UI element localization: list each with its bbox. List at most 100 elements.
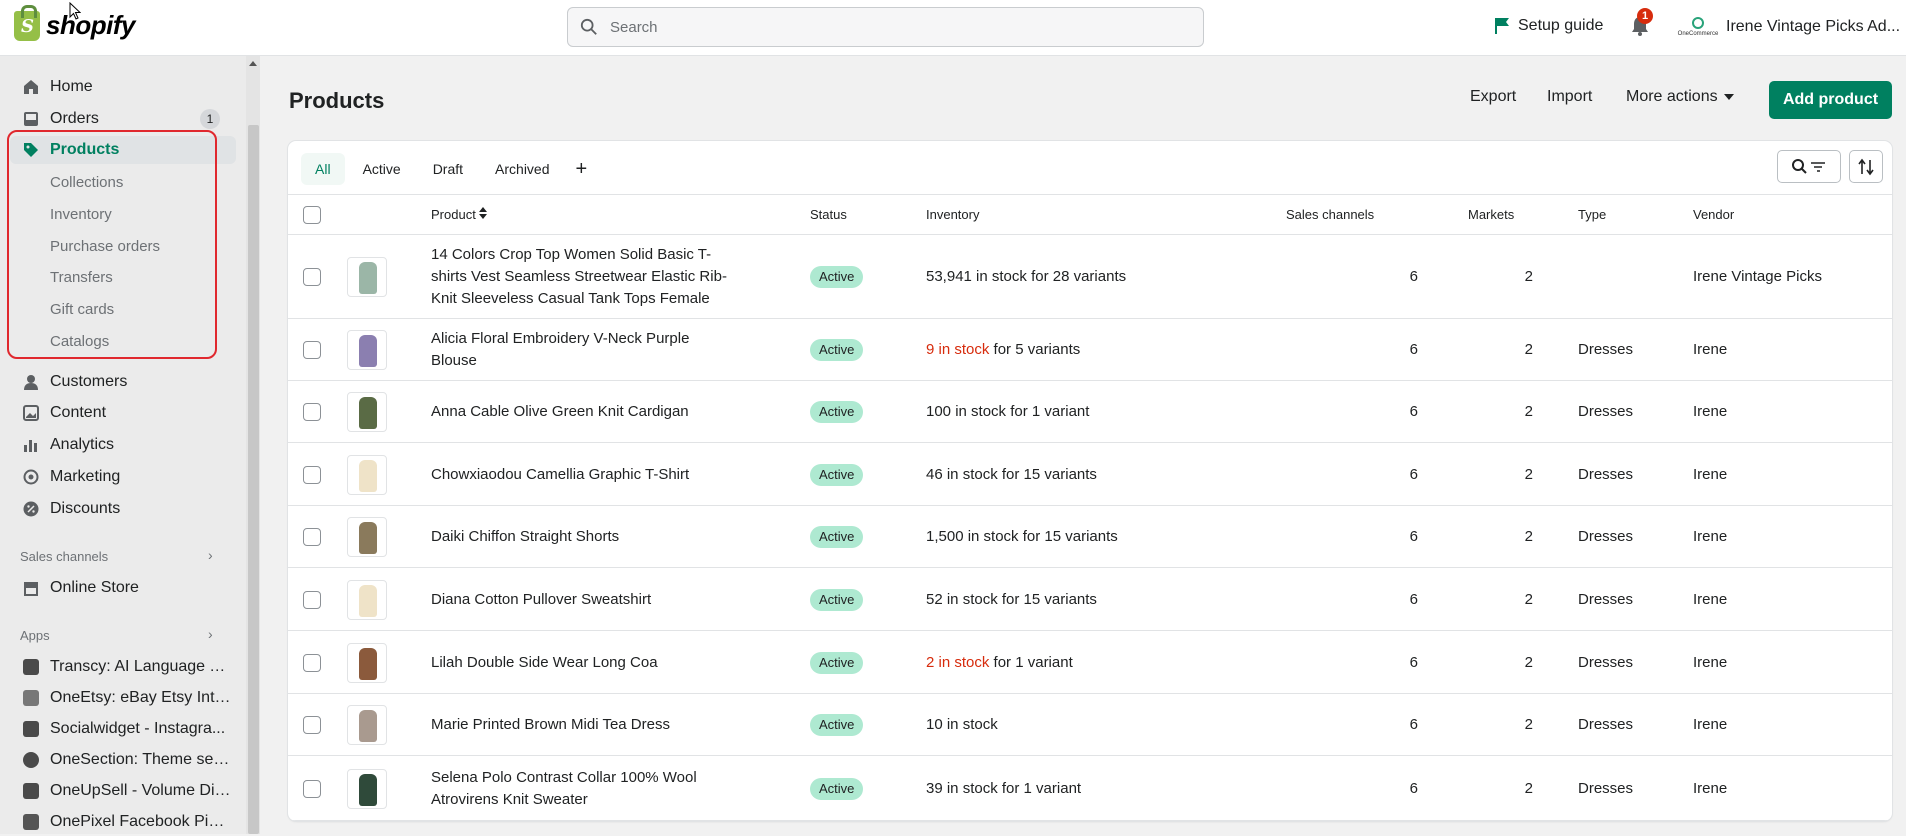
sidebar-item-label: Marketing [50, 468, 121, 485]
sidebar-item-online-store[interactable]: Online Store [0, 574, 236, 602]
row-checkbox[interactable] [303, 465, 321, 484]
search-input[interactable] [608, 17, 1172, 37]
setup-guide-button[interactable]: Setup guide [1494, 17, 1603, 35]
product-name[interactable]: Selena Polo Contrast Collar 100% Wool At… [431, 767, 736, 811]
product-name[interactable]: Chowxiaodou Camellia Graphic T-Shirt [431, 464, 736, 486]
column-header-type: Type [1578, 207, 1607, 222]
store-menu[interactable]: OneCommerce Irene Vintage Picks Ad... [1678, 13, 1900, 41]
product-name[interactable]: Anna Cable Olive Green Knit Cardigan [431, 401, 736, 423]
tab-archived[interactable]: Archived [481, 153, 563, 185]
product-name[interactable]: Daiki Chiffon Straight Shorts [431, 526, 736, 548]
product-image [359, 584, 377, 617]
table-row[interactable]: Marie Printed Brown Midi Tea Dress Activ… [288, 694, 1892, 756]
scroll-up-arrow-icon[interactable] [249, 61, 257, 66]
sidebar-app-onepixel[interactable]: OnePixel Facebook Pixe... [0, 808, 236, 836]
sidebar-app-oneetsy[interactable]: OneEtsy: eBay Etsy Inte... [0, 684, 236, 712]
row-checkbox[interactable] [303, 590, 321, 609]
sidebar-item-label: Online Store [50, 579, 139, 596]
export-button[interactable]: Export [1470, 88, 1516, 106]
sales-channels-count: 6 [1409, 528, 1418, 545]
row-checkbox[interactable] [303, 268, 321, 286]
sidebar-item-products[interactable]: Products [10, 136, 236, 164]
product-thumbnail[interactable] [347, 642, 387, 683]
sidebar-app-oneupsell[interactable]: OneUpSell - Volume Dis... [0, 777, 236, 805]
sidebar-item-label: OneUpSell - Volume Dis... [50, 782, 232, 799]
table-row[interactable]: Alicia Floral Embroidery V-Neck Purple B… [288, 319, 1892, 381]
sidebar-subitem-catalogs[interactable]: Catalogs [50, 333, 109, 350]
sidebar-subitem-purchase-orders[interactable]: Purchase orders [50, 238, 160, 255]
tab-all[interactable]: All [301, 153, 345, 185]
table-row[interactable]: Lilah Double Side Wear Long Coa Active 2… [288, 631, 1892, 694]
sidebar-app-onesection[interactable]: OneSection: Theme sec... [0, 746, 236, 774]
sidebar-app-transcy[interactable]: Transcy: AI Language Tr... [0, 653, 236, 681]
table-row[interactable]: Daiki Chiffon Straight Shorts Active 1,5… [288, 506, 1892, 568]
table-row[interactable]: Anna Cable Olive Green Knit Cardigan Act… [288, 381, 1892, 443]
table-row[interactable]: Diana Cotton Pullover Sweatshirt Active … [288, 568, 1892, 631]
import-button[interactable]: Import [1547, 88, 1592, 106]
select-all-checkbox[interactable] [303, 206, 321, 224]
table-row[interactable]: Chowxiaodou Camellia Graphic T-Shirt Act… [288, 443, 1892, 506]
product-thumbnail[interactable] [347, 330, 387, 370]
table-row[interactable]: Selena Polo Contrast Collar 100% Wool At… [288, 756, 1892, 821]
product-thumbnail[interactable] [347, 392, 387, 432]
tab-draft[interactable]: Draft [419, 153, 477, 185]
status-badge: Active [810, 588, 864, 611]
table-row[interactable]: 14 Colors Crop Top Women Solid Basic T-s… [288, 235, 1892, 319]
row-checkbox[interactable] [303, 528, 321, 546]
sidebar-scrollbar-thumb[interactable] [248, 125, 259, 834]
sidebar-item-home[interactable]: Home [0, 73, 236, 101]
search-bar[interactable] [567, 7, 1204, 47]
sidebar-item-content[interactable]: Content [0, 399, 236, 427]
product-image [359, 262, 377, 294]
sidebar-subitem-transfers[interactable]: Transfers [50, 269, 113, 286]
row-checkbox[interactable] [303, 716, 321, 734]
inventory-text: 1,500 in stock for 15 variants [926, 528, 1118, 545]
row-checkbox[interactable] [303, 779, 321, 798]
shopify-bag-icon [14, 4, 40, 41]
column-header-product[interactable]: Product [431, 207, 488, 222]
sidebar-item-analytics[interactable]: Analytics [0, 431, 236, 459]
product-name[interactable]: Alicia Floral Embroidery V-Neck Purple B… [431, 328, 736, 372]
product-thumbnail[interactable] [347, 454, 387, 495]
product-image [359, 522, 377, 554]
row-checkbox[interactable] [303, 653, 321, 672]
status-badge: Active [810, 463, 864, 486]
sort-button[interactable] [1849, 150, 1883, 183]
product-name[interactable]: Lilah Double Side Wear Long Coa [431, 652, 736, 674]
sidebar-item-customers[interactable]: Customers [0, 368, 236, 396]
product-name[interactable]: Diana Cotton Pullover Sweatshirt [431, 589, 736, 611]
sidebar-app-socialwidget[interactable]: Socialwidget - Instagra... [0, 715, 236, 743]
product-thumbnail[interactable] [347, 517, 387, 557]
sidebar-item-discounts[interactable]: Discounts [0, 495, 236, 523]
product-name[interactable]: Marie Printed Brown Midi Tea Dress [431, 714, 736, 736]
sidebar-subitem-gift-cards[interactable]: Gift cards [50, 301, 114, 318]
header-label: Product [431, 207, 476, 222]
add-product-button[interactable]: Add product [1769, 81, 1892, 119]
orders-count-badge: 1 [200, 109, 220, 129]
sidebar-item-label: Products [50, 141, 120, 158]
product-vendor: Irene [1693, 403, 1728, 420]
chevron-right-icon[interactable]: › [208, 547, 213, 563]
product-name[interactable]: 14 Colors Crop Top Women Solid Basic T-s… [431, 244, 736, 310]
more-actions-button[interactable]: More actions [1626, 88, 1734, 106]
product-vendor: Irene [1693, 590, 1728, 608]
product-thumbnail[interactable] [347, 705, 387, 745]
add-view-plus-icon[interactable]: + [576, 158, 588, 181]
row-checkbox[interactable] [303, 341, 321, 359]
sidebar-item-marketing[interactable]: Marketing [0, 463, 236, 491]
low-stock-text: 9 in stock [926, 341, 990, 358]
sidebar-subitem-inventory[interactable]: Inventory [50, 206, 112, 223]
tab-active[interactable]: Active [349, 153, 415, 185]
store-logo-icon [1692, 17, 1704, 29]
product-thumbnail[interactable] [347, 257, 387, 297]
transcy-app-icon [22, 658, 40, 676]
tag-icon [22, 141, 40, 159]
product-thumbnail[interactable] [347, 768, 387, 809]
row-checkbox[interactable] [303, 403, 321, 421]
chevron-right-icon[interactable]: › [208, 626, 213, 642]
sidebar-item-orders[interactable]: Orders 1 [0, 105, 236, 133]
search-filter-button[interactable] [1777, 150, 1841, 183]
sidebar-subitem-collections[interactable]: Collections [50, 174, 123, 191]
product-thumbnail[interactable] [347, 579, 387, 620]
setup-guide-label: Setup guide [1518, 17, 1604, 34]
